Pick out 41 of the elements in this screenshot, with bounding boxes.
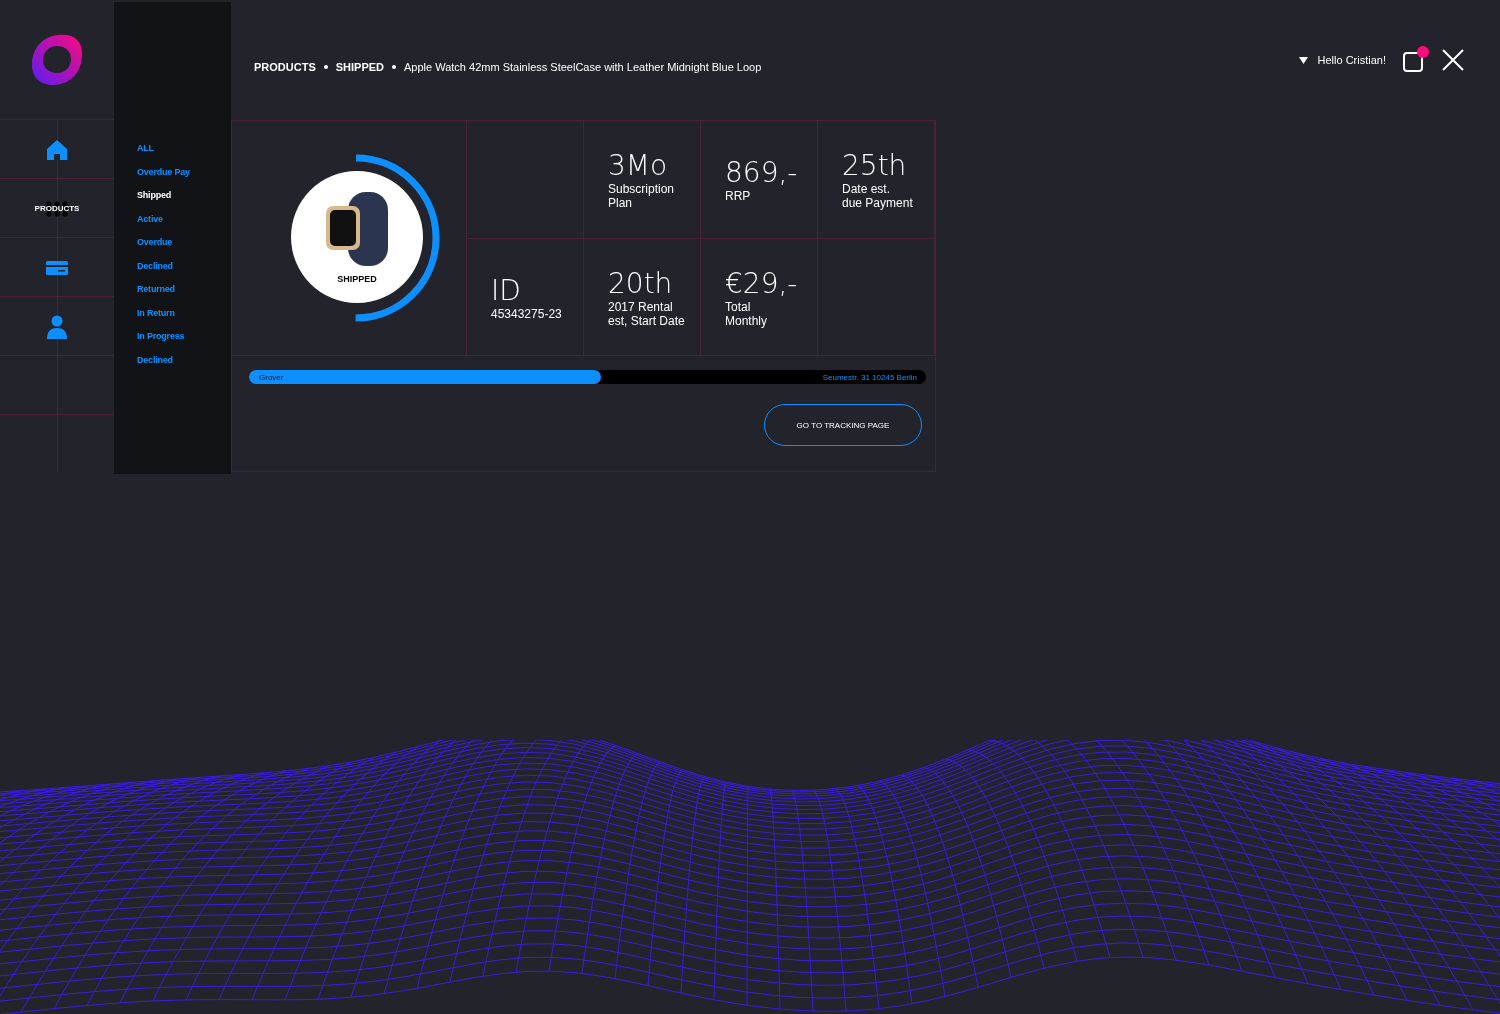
filter-link[interactable]: Returned <box>137 282 231 298</box>
stat-value: 20th <box>608 267 674 300</box>
stat-label: Date est. <box>842 182 892 196</box>
filter-link[interactable]: In Progress <box>137 329 231 345</box>
credit-card-icon[interactable] <box>46 260 68 275</box>
stat-value: €29,- <box>725 267 799 300</box>
stat-label: 45343275-23 <box>491 306 563 321</box>
breadcrumb-item[interactable]: SHIPPED <box>335 60 385 73</box>
stat-label: Total <box>725 299 752 314</box>
stat-label: Subscription <box>608 182 676 196</box>
filter-link[interactable]: Declined <box>137 258 231 274</box>
separator-dot <box>323 64 328 69</box>
user-greeting[interactable]: Hello Cristian! <box>1317 54 1386 66</box>
stat-label: 2017 Rental <box>608 299 674 314</box>
breadcrumb-item[interactable]: PRODUCTS <box>254 60 316 73</box>
filter-link[interactable]: ALL <box>137 141 231 157</box>
stat-label: due Payment <box>842 196 914 210</box>
stat-value: ID <box>491 274 522 307</box>
destination-address: Seumestr. 31 10245 Berlin <box>822 372 917 382</box>
stat-label: RRP <box>725 189 752 203</box>
filter-link[interactable]: Overdue Pay <box>137 164 231 180</box>
filter-link[interactable]: In Return <box>137 305 231 321</box>
stat-label: est, Start Date <box>608 313 686 328</box>
notification-icon[interactable] <box>1402 45 1432 75</box>
origin-label: Grover <box>259 372 284 382</box>
status-label: SHIPPED <box>337 274 377 284</box>
stat-value: 25th <box>842 150 908 182</box>
filter-link[interactable]: Shipped <box>137 188 231 204</box>
stat-label: Monthly <box>725 313 769 328</box>
stat-value: 3Mo <box>608 150 669 182</box>
separator-dot <box>392 64 397 69</box>
products-nav-item[interactable]: PRODUCTS <box>34 202 80 215</box>
filter-link[interactable]: Active <box>137 211 231 227</box>
breadcrumb-item: Apple Watch 42mm Stainless SteelCase with Leather Midnight Blue Loop <box>404 60 762 73</box>
filter-link[interactable]: Overdue <box>137 235 231 251</box>
stat-label: Plan <box>608 196 634 210</box>
stat-value: 869,- <box>725 157 799 189</box>
close-icon[interactable] <box>1442 49 1464 71</box>
filter-link[interactable]: Declined <box>137 352 231 368</box>
caret-icon[interactable] <box>1298 56 1308 64</box>
home-icon[interactable] <box>46 138 68 161</box>
